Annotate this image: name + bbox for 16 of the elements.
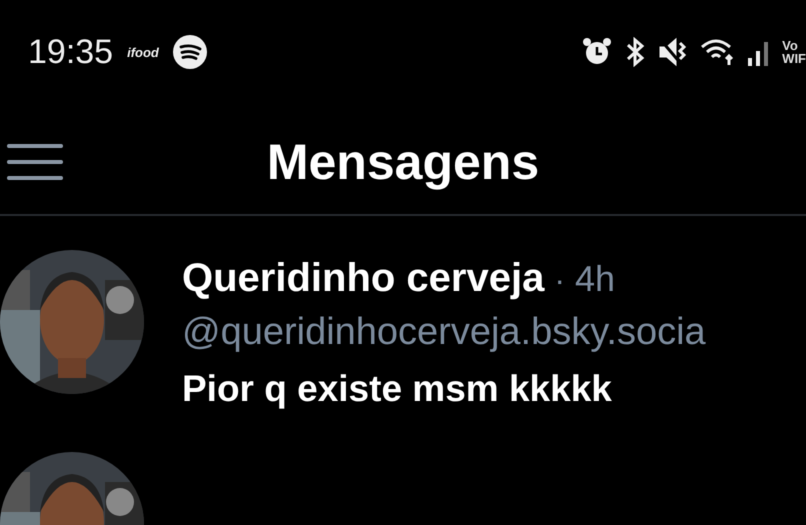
message-text: Pior q existe msm kkkkk	[182, 368, 613, 410]
clock-time: 19:35	[28, 32, 114, 72]
separator-dot: ·	[554, 262, 565, 299]
menu-icon	[6, 142, 64, 182]
menu-button[interactable]	[6, 142, 64, 182]
alarm-icon	[582, 37, 612, 67]
sender-name: Queridinho cerveja	[182, 256, 544, 301]
carrier-label: Vo	[782, 39, 799, 52]
page-title: Mensagens	[266, 133, 540, 191]
carrier-label: WIF	[782, 52, 806, 65]
sender-handle: @queridinhocerveja.bsky.socia	[182, 311, 706, 354]
app-logo: ifood	[127, 44, 159, 60]
bluetooth-icon	[624, 37, 646, 67]
message-time: 4h	[575, 258, 616, 300]
mute-icon	[658, 37, 688, 67]
music-app-icon	[172, 35, 207, 69]
